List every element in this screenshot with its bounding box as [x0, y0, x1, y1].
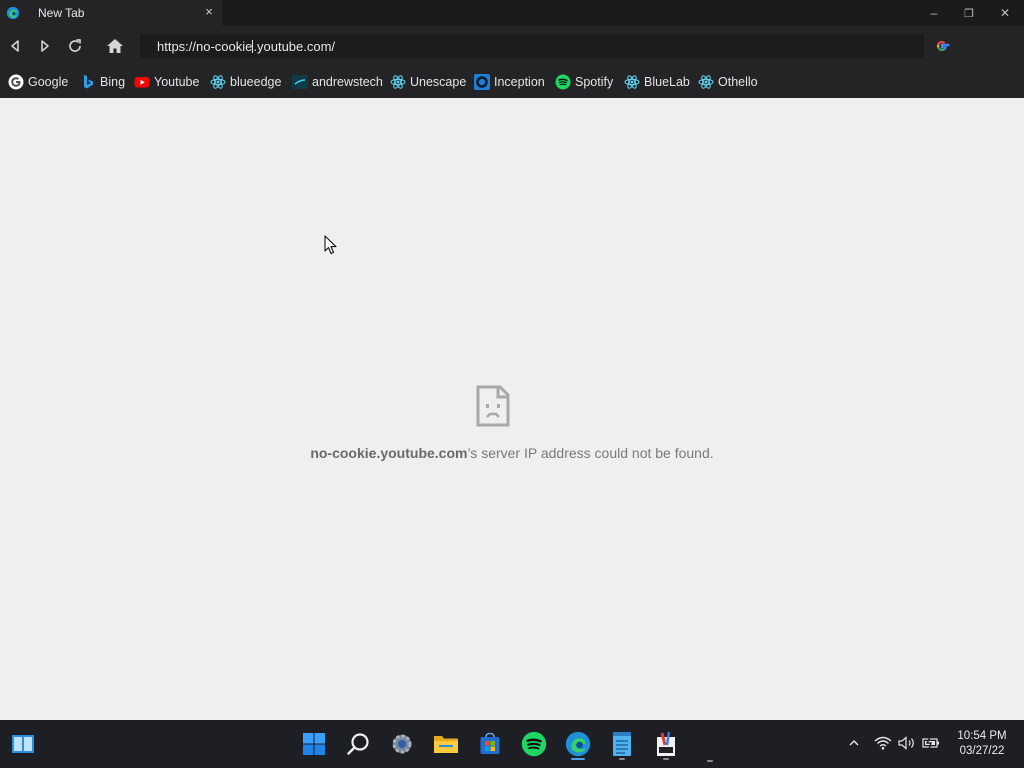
volume-button[interactable] [896, 732, 918, 754]
spotify-icon [521, 731, 547, 757]
clock-time: 10:54 PM [957, 730, 1007, 742]
bookmark-othello[interactable]: Othello [698, 74, 758, 90]
spotify-icon [555, 74, 571, 90]
bookmark-andrewstech[interactable]: andrewstech [292, 74, 383, 90]
google-icon[interactable] [934, 38, 950, 54]
spotify-app-button[interactable] [519, 728, 549, 760]
browser-toolbar: https://no-cookie.youtube.com/ [0, 26, 1024, 66]
wifi-button[interactable] [872, 732, 894, 754]
desktop-app-button[interactable] [8, 728, 38, 760]
minimize-button[interactable]: – [917, 0, 951, 26]
forward-arrow-icon [41, 40, 49, 52]
battery-icon [922, 737, 939, 749]
paint-icon [657, 731, 675, 756]
youtube-icon [134, 74, 150, 90]
back-button[interactable] [4, 35, 26, 57]
windows-logo-icon [303, 733, 325, 755]
reload-button[interactable] [64, 35, 86, 57]
forward-button[interactable] [34, 35, 56, 57]
taskbar [0, 720, 1024, 768]
andrewstech-icon [292, 74, 308, 90]
bookmarks-bar: Google Bing Youtube blueedge andrewstech… [0, 66, 1024, 98]
mouse-cursor-icon [324, 235, 337, 255]
gear-icon [392, 734, 412, 754]
running-indicator [707, 760, 713, 762]
speaker-icon [898, 736, 914, 750]
react-icon [624, 74, 640, 90]
bing-icon [80, 74, 96, 90]
restore-button[interactable]: ❐ [952, 0, 986, 26]
back-arrow-icon [11, 40, 19, 52]
battery-button[interactable] [920, 732, 942, 754]
error-message: no-cookie.youtube.com’s server IP addres… [310, 445, 714, 461]
tab-close-button[interactable]: × [202, 4, 216, 20]
home-button[interactable] [104, 35, 126, 57]
system-clock[interactable]: 10:54 PM 03/27/22 [950, 729, 1014, 759]
error-host: no-cookie.youtube.com [310, 445, 468, 461]
react-icon [390, 74, 406, 90]
wifi-icon [874, 736, 892, 750]
browser-tab[interactable]: New Tab × [0, 0, 222, 26]
reload-icon [69, 39, 81, 52]
address-bar[interactable]: https://no-cookie.youtube.com/ [140, 34, 924, 58]
bookmark-inception[interactable]: Inception [474, 74, 545, 90]
sad-page-icon [476, 385, 510, 427]
inception-icon [474, 74, 490, 90]
address-text[interactable]: https://no-cookie.youtube.com/ [157, 39, 335, 54]
active-indicator [571, 758, 585, 760]
bookmark-bluelab[interactable]: BlueLab [624, 74, 690, 90]
settings-app-button[interactable] [387, 728, 417, 760]
tab-title: New Tab [38, 6, 85, 20]
paint-app-button[interactable] [651, 728, 681, 760]
title-bar: New Tab × – ❐ ✕ [0, 0, 1024, 26]
react-icon [698, 74, 714, 90]
search-icon [347, 733, 369, 755]
bookmark-google[interactable]: Google [8, 74, 68, 90]
home-icon [107, 39, 123, 53]
running-indicator [663, 758, 669, 760]
page-content: no-cookie.youtube.com’s server IP addres… [0, 98, 1024, 720]
bookmark-unescape[interactable]: Unescape [390, 74, 466, 90]
close-window-button[interactable]: ✕ [988, 0, 1022, 26]
google-icon [8, 74, 24, 90]
start-button[interactable] [299, 728, 329, 760]
edge-app-button[interactable] [563, 728, 593, 760]
clock-date: 03/27/22 [959, 745, 1005, 757]
chevron-up-icon [849, 740, 859, 746]
react-icon [210, 74, 226, 90]
folder-icon [434, 736, 458, 753]
bookmark-blueedge[interactable]: blueedge [210, 74, 281, 90]
notepad-app-button[interactable] [607, 728, 637, 760]
store-app-button[interactable] [475, 728, 505, 760]
file-explorer-button[interactable] [431, 728, 461, 760]
search-button[interactable] [343, 728, 373, 760]
bookmark-spotify[interactable]: Spotify [555, 74, 613, 90]
bookmark-bing[interactable]: Bing [80, 74, 125, 90]
bookmark-youtube[interactable]: Youtube [134, 74, 199, 90]
store-icon [480, 732, 500, 754]
window-app-icon [12, 735, 34, 753]
show-hidden-icons-button[interactable] [846, 732, 862, 754]
edge-icon [6, 6, 20, 20]
notepad-icon [613, 732, 631, 756]
edge-icon [565, 731, 591, 757]
running-indicator [619, 758, 625, 760]
